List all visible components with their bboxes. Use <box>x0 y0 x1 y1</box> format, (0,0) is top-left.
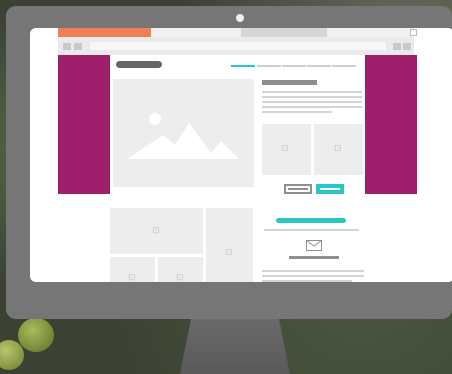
left-sidebar <box>58 55 110 194</box>
browser-tab-active[interactable] <box>58 28 151 37</box>
camera-icon: ⊡ <box>225 247 233 257</box>
monitor-bezel: ⊡ ⊡ ⊡ ⊡ ⊡ ⊡ <box>6 6 452 319</box>
text-line <box>262 275 364 277</box>
text-line <box>262 101 362 103</box>
address-bar[interactable] <box>90 42 386 50</box>
content-heading <box>262 80 317 85</box>
text-line <box>262 91 362 93</box>
camera-icon: ⊡ <box>128 272 136 282</box>
camera-icon: ⊡ <box>152 225 160 235</box>
menu-button-icon[interactable] <box>393 43 401 50</box>
secondary-button-label <box>288 188 308 190</box>
section-heading <box>276 218 346 223</box>
background-grape <box>18 318 54 352</box>
right-sidebar <box>365 55 417 194</box>
browser-mockup: ⊡ ⊡ ⊡ ⊡ ⊡ ⊡ <box>30 28 452 282</box>
text-line <box>262 111 332 113</box>
envelope-icon[interactable] <box>306 240 322 251</box>
back-button-icon[interactable] <box>63 43 71 50</box>
background-grape <box>0 340 24 370</box>
forward-button-icon[interactable] <box>74 43 82 50</box>
contact-text <box>289 256 339 259</box>
site-logo[interactable] <box>116 61 162 68</box>
camera-icon: ⊡ <box>281 143 289 153</box>
nav-link[interactable] <box>282 65 306 67</box>
primary-button-label <box>320 188 340 190</box>
webcam-dot <box>236 14 244 22</box>
camera-icon: ⊡ <box>334 143 342 153</box>
image-placeholder-icon <box>127 113 239 159</box>
hero-image-placeholder <box>113 79 254 187</box>
nav-link-active[interactable] <box>231 65 255 67</box>
text-line <box>262 270 364 272</box>
text-line <box>262 96 362 98</box>
monitor-stand <box>180 319 290 374</box>
camera-icon: ⊡ <box>176 272 184 282</box>
nav-link[interactable] <box>332 65 356 67</box>
gallery-placeholder[interactable] <box>206 208 253 282</box>
nav-link[interactable] <box>257 65 281 67</box>
browser-tab[interactable] <box>241 28 327 37</box>
nav-link[interactable] <box>307 65 331 67</box>
menu-button-icon[interactable] <box>403 43 411 50</box>
text-line <box>264 229 359 231</box>
text-line <box>262 280 352 282</box>
text-line <box>262 106 362 108</box>
window-close-icon[interactable] <box>410 29 417 36</box>
